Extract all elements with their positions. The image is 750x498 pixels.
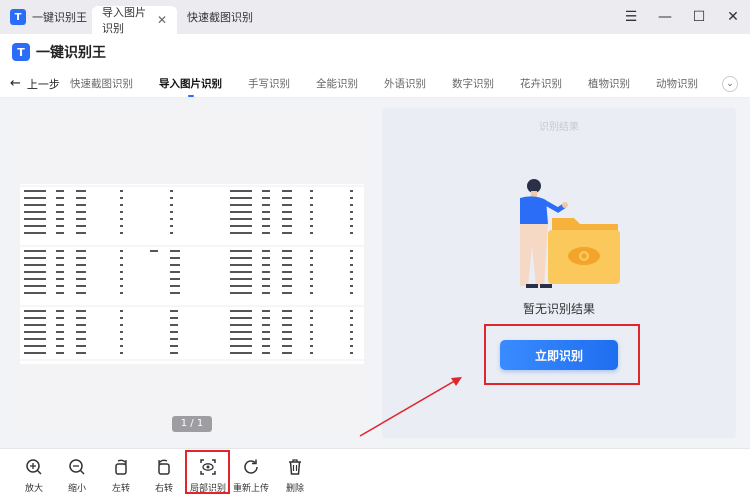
toolbar-label: 删除	[285, 484, 304, 494]
toolbar-label: 放大	[24, 484, 43, 494]
zoom-out-button[interactable]: 缩小	[57, 457, 97, 494]
minimize-icon[interactable]: —	[648, 9, 682, 25]
back-button[interactable]: ← 上一步	[10, 76, 70, 92]
result-panel: 识别结果 暂无识别结果 立即识别	[382, 108, 736, 438]
rotate-left-button[interactable]: 左转	[101, 457, 141, 494]
app-header: T 一键识别王	[0, 34, 750, 70]
nav-item-digits[interactable]: 数字识别	[452, 76, 494, 91]
brand-title: 一键识别王	[36, 45, 106, 61]
reupload-button[interactable]: 重新上传	[231, 457, 271, 494]
app-logo-icon: T	[10, 9, 26, 25]
highlight-box-partial-recognize	[185, 450, 230, 494]
rotate-right-icon	[144, 457, 184, 477]
image-preview[interactable]	[14, 106, 368, 440]
toolbar-label: 左转	[111, 484, 130, 494]
nav-item-foreign-language[interactable]: 外语识别	[384, 76, 426, 91]
tab-label: 导入图片识别	[102, 6, 146, 35]
result-title: 识别结果	[539, 122, 579, 133]
nav-item-all-round[interactable]: 全能识别	[316, 76, 358, 91]
title-bar: T 一键识别王 导入图片识别 ✕ 快速截图识别 ☰ — ☐ ✕	[0, 0, 750, 35]
toolbar-label: 重新上传	[232, 484, 269, 494]
back-label: 上一步	[26, 77, 60, 91]
nav-item-flower[interactable]: 花卉识别	[520, 76, 562, 91]
rotate-right-button[interactable]: 右转	[144, 457, 184, 494]
tab-import-image[interactable]: 导入图片识别 ✕	[92, 6, 177, 35]
spreadsheet-thumbnail	[20, 184, 364, 364]
toolbar-label: 缩小	[67, 484, 86, 494]
brand-logo-icon: T	[12, 43, 30, 61]
feature-nav: ← 上一步 快速截图识别 导入图片识别 手写识别 全能识别 外语识别 数字识别 …	[0, 70, 750, 98]
delete-button[interactable]: 删除	[275, 457, 315, 494]
empty-result-text: 暂无识别结果	[522, 302, 595, 316]
highlight-box-start-button	[484, 324, 640, 385]
nav-item-handwriting[interactable]: 手写识别	[248, 76, 290, 91]
zoom-out-icon	[57, 457, 97, 477]
close-icon[interactable]: ✕	[157, 13, 167, 27]
nav-item-import-image[interactable]: 导入图片识别	[159, 76, 222, 97]
app-title: 一键识别王	[32, 11, 87, 24]
bottom-toolbar: 放大 缩小 左转 右转 局部识别 重新上传 删除	[0, 448, 750, 498]
arrow-left-icon: ←	[10, 76, 21, 91]
chevron-down-icon[interactable]: ⌄	[722, 76, 738, 92]
menu-icon[interactable]: ☰	[614, 9, 648, 25]
close-window-icon[interactable]: ✕	[716, 9, 750, 25]
nav-item-quick-screenshot[interactable]: 快速截图识别	[70, 76, 133, 91]
trash-icon	[275, 457, 315, 477]
zoom-in-button[interactable]: 放大	[14, 457, 54, 494]
tab-quick-screenshot[interactable]: 快速截图识别	[177, 0, 263, 34]
reupload-icon	[231, 457, 271, 477]
nav-item-plant[interactable]: 植物识别	[588, 76, 630, 91]
rotate-left-icon	[101, 457, 141, 477]
maximize-icon[interactable]: ☐	[682, 9, 716, 25]
toolbar-label: 右转	[154, 484, 173, 494]
tab-label: 快速截图识别	[187, 11, 253, 24]
empty-state-illustration	[520, 179, 620, 288]
zoom-in-icon	[14, 457, 54, 477]
page-indicator: 1 / 1	[172, 416, 212, 432]
nav-item-animal[interactable]: 动物识别	[656, 76, 698, 91]
